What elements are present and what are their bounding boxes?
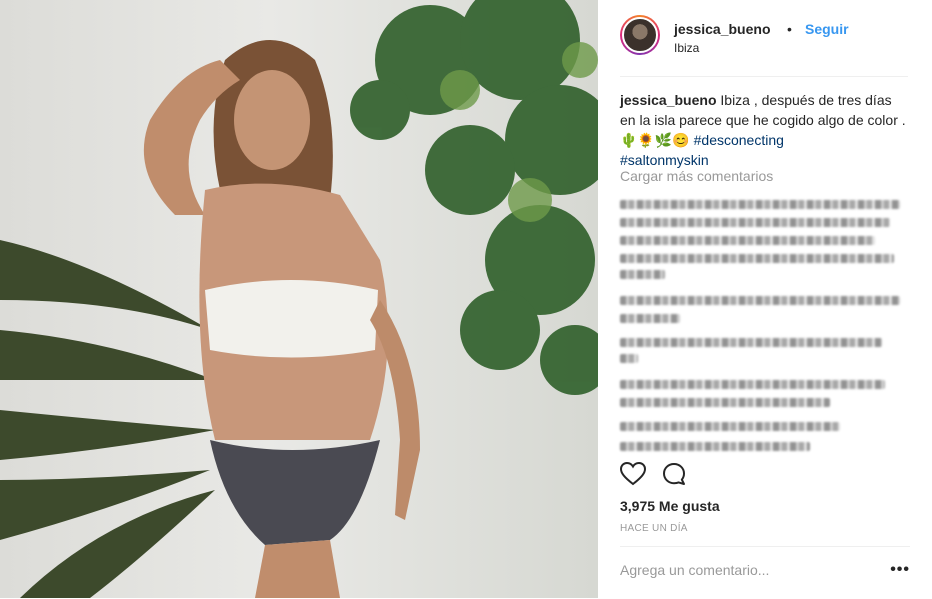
- load-more-comments[interactable]: Cargar más comentarios: [620, 168, 773, 184]
- username-link[interactable]: jessica_bueno: [674, 21, 771, 37]
- blurred-comment: [620, 422, 840, 431]
- more-options-icon[interactable]: •••: [890, 561, 910, 579]
- post-sidebar: jessica_bueno • Seguir Ibiza jessica_bue…: [598, 0, 932, 598]
- caption-username[interactable]: jessica_bueno: [620, 92, 717, 108]
- blurred-comment: [620, 338, 882, 347]
- comment-input[interactable]: Agrega un comentario...: [620, 562, 769, 578]
- blurred-comment: [620, 380, 885, 389]
- comment-bubble-icon[interactable]: [662, 462, 686, 491]
- photo-illustration: [0, 0, 598, 598]
- hashtag-link[interactable]: #saltonmyskin: [620, 152, 709, 168]
- post-photo[interactable]: [0, 0, 598, 598]
- blurred-comment: [620, 270, 665, 279]
- like-count[interactable]: 3,975 Me gusta: [620, 498, 720, 514]
- separator-dot: •: [787, 21, 792, 37]
- blurred-comment: [620, 254, 894, 263]
- blurred-comment: [620, 296, 900, 305]
- blurred-comment: [620, 398, 830, 407]
- story-ring[interactable]: [620, 15, 660, 55]
- blurred-comment: [620, 200, 900, 209]
- avatar[interactable]: [622, 17, 658, 53]
- hashtag-link[interactable]: #desconecting: [694, 132, 784, 148]
- post-timestamp[interactable]: Hace un día: [620, 523, 688, 534]
- blurred-comment: [620, 218, 890, 227]
- comment-form: Agrega un comentario... •••: [620, 546, 910, 599]
- blurred-comment: [620, 354, 638, 363]
- follow-button[interactable]: Seguir: [805, 21, 849, 37]
- post-caption: jessica_bueno Ibiza , después de tres dí…: [620, 90, 910, 170]
- heart-outline-icon[interactable]: [619, 461, 647, 491]
- post-header: jessica_bueno • Seguir Ibiza: [620, 14, 908, 77]
- blurred-comment: [620, 314, 680, 323]
- blurred-comment: [620, 442, 810, 451]
- location-link[interactable]: Ibiza: [674, 41, 699, 55]
- blurred-comment: [620, 236, 875, 245]
